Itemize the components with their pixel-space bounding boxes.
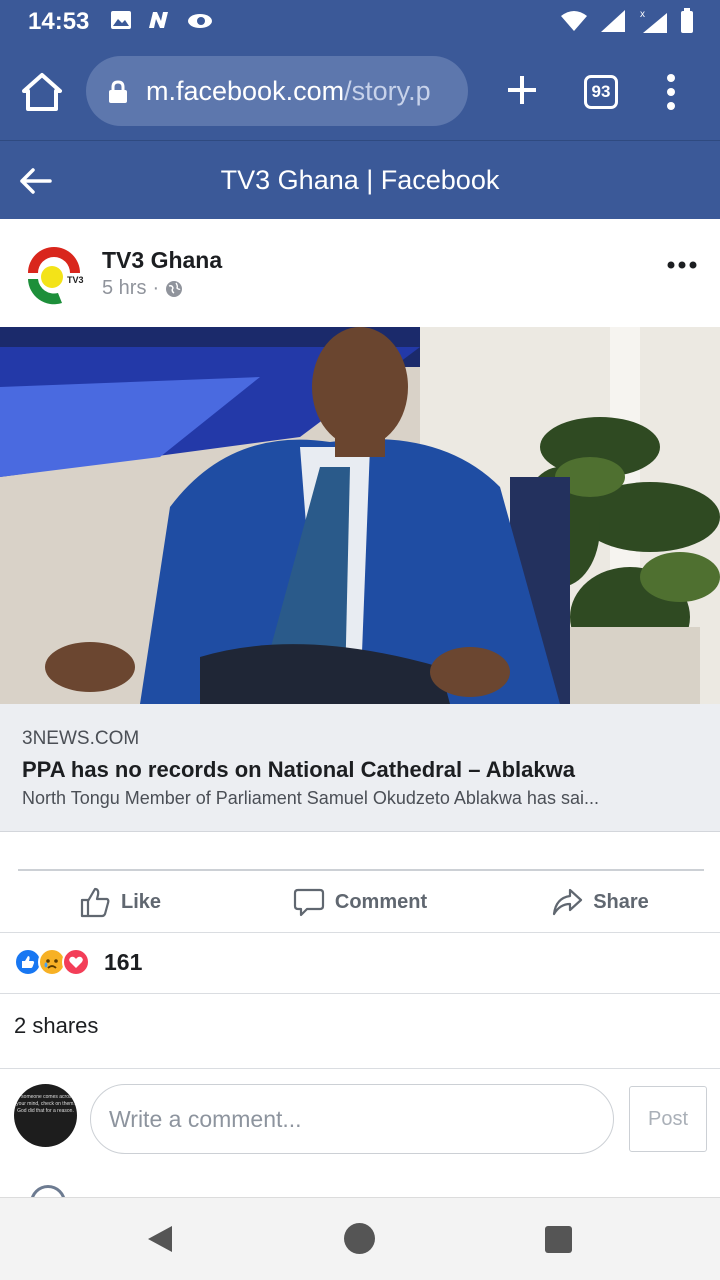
post-header: TV3 TV3 Ghana 5 hrs · <box>0 219 720 327</box>
url-domain: m.facebook.com <box>146 76 345 106</box>
image-icon <box>111 11 131 29</box>
thumbs-up-icon <box>80 887 110 918</box>
divider <box>0 993 720 994</box>
post-actions: Like Comment Share <box>0 872 720 932</box>
post-time[interactable]: 5 hrs <box>102 277 146 300</box>
svg-text:x: x <box>640 9 645 20</box>
signal-x-icon: x <box>640 9 667 33</box>
url-text: m.facebook.com/story.p <box>146 76 431 107</box>
share-button[interactable]: Share <box>480 872 720 932</box>
link-description: North Tongu Member of Parliament Samuel … <box>22 788 599 808</box>
browser-toolbar: m.facebook.com/story.p 93 <box>0 44 720 140</box>
address-bar[interactable]: m.facebook.com/story.p <box>86 56 468 126</box>
status-notification-icons <box>110 10 214 30</box>
meta-separator: · <box>152 277 160 299</box>
page-header: TV3 Ghana | Facebook <box>0 140 720 219</box>
battery-icon <box>681 8 693 33</box>
share-label: Share <box>593 890 649 913</box>
comment-bubble-icon <box>293 888 324 917</box>
new-tab-plus-icon[interactable] <box>502 70 542 110</box>
signal-icon <box>601 10 625 32</box>
overflow-menu-icon[interactable] <box>660 72 682 112</box>
divider <box>0 1068 720 1069</box>
link-title[interactable]: PPA has no records on National Cathedral… <box>22 757 575 783</box>
link-domain: 3NEWS.COM <box>22 728 140 749</box>
user-avatar: If someone comes across your mind, check… <box>14 1084 77 1147</box>
comment-label: Comment <box>334 890 428 913</box>
post-options-icon[interactable] <box>666 255 698 275</box>
comment-button[interactable]: Comment <box>240 872 480 932</box>
page-title: TV3 Ghana | Facebook <box>220 165 500 195</box>
status-bar: 14:53 x <box>0 0 720 44</box>
reaction-count: 161 <box>104 948 143 975</box>
post-comment-button[interactable]: Post <box>629 1086 707 1152</box>
tab-switcher-button[interactable]: 93 <box>584 75 618 109</box>
tab-count: 93 <box>591 82 611 101</box>
like-label: Like <box>120 890 162 913</box>
svg-text:TV3: TV3 <box>67 275 84 285</box>
eye-notification-icon <box>188 14 212 28</box>
status-time: 14:53 <box>28 8 90 35</box>
home-icon[interactable] <box>20 72 64 112</box>
share-arrow-icon <box>553 888 583 916</box>
wifi-icon <box>561 11 587 31</box>
system-navigation-bar <box>0 1197 720 1280</box>
status-system-icons: x <box>560 8 694 34</box>
link-preview-card[interactable]: 3NEWS.COM PPA has no records on National… <box>0 704 720 832</box>
post-author-name[interactable]: TV3 Ghana <box>102 247 222 274</box>
nav-recents-icon[interactable] <box>545 1226 572 1253</box>
url-path: /story.p <box>344 76 431 106</box>
reaction-icons <box>14 948 90 976</box>
reactions-summary[interactable]: 161 <box>14 948 142 976</box>
post-photo[interactable] <box>0 327 720 704</box>
like-button[interactable]: Like <box>0 872 240 932</box>
lock-icon <box>109 80 127 103</box>
comment-input[interactable] <box>90 1084 614 1154</box>
actions-divider <box>18 869 704 871</box>
nav-back-icon[interactable] <box>146 1224 174 1254</box>
love-reaction-icon <box>62 948 90 976</box>
post-meta: 5 hrs · <box>102 277 183 300</box>
n-notification-icon <box>149 12 168 28</box>
shares-count[interactable]: 2 shares <box>14 1013 98 1039</box>
tv3-logo-avatar[interactable]: TV3 <box>22 243 86 307</box>
divider <box>0 932 720 933</box>
globe-icon <box>166 280 183 297</box>
nav-home-icon[interactable] <box>344 1223 375 1254</box>
